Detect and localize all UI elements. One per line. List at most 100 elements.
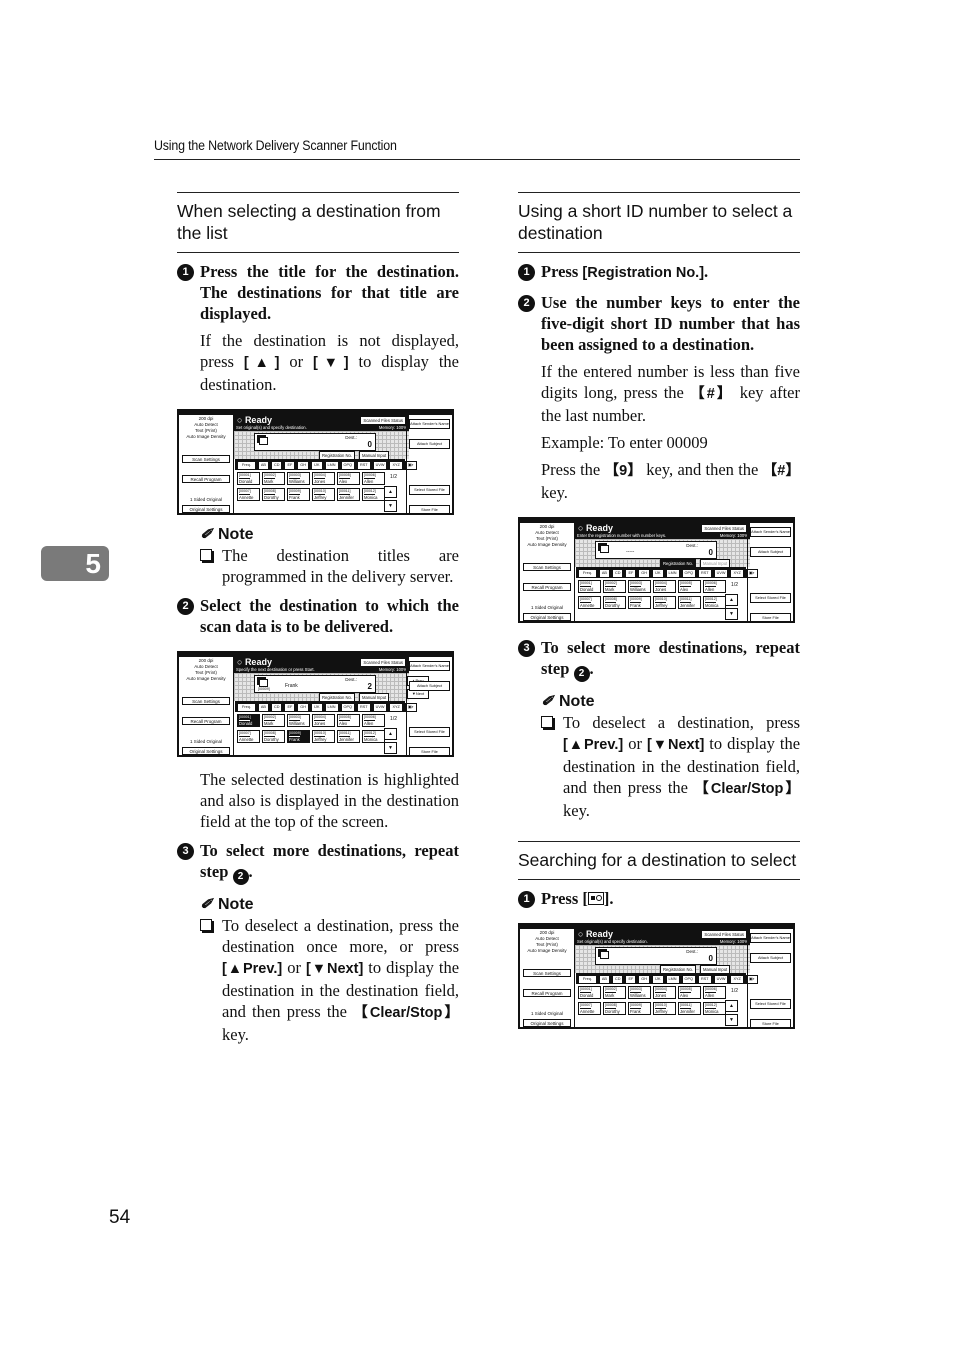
destination-key[interactable]: [00006] Allen bbox=[362, 472, 385, 485]
destination-key[interactable]: [00009] Frank bbox=[628, 596, 651, 609]
tab-cd[interactable]: CD bbox=[611, 569, 624, 578]
tab-opq[interactable]: OPQ bbox=[340, 703, 355, 712]
original-settings-button[interactable]: Original Settings bbox=[523, 1019, 571, 1027]
tab-uvw[interactable]: UVW bbox=[372, 703, 388, 712]
tab-xyz[interactable]: XYZ bbox=[389, 461, 403, 470]
tab-cd[interactable]: CD bbox=[270, 703, 283, 712]
select-stored-file-button[interactable]: Select Stored File bbox=[409, 485, 450, 495]
tab-uvw[interactable]: UVW bbox=[713, 975, 729, 984]
tab-ab[interactable]: AB bbox=[257, 461, 269, 470]
destination-key[interactable]: [00007] Annette bbox=[237, 730, 260, 743]
scroll-down-button[interactable]: ▼ bbox=[725, 1014, 738, 1026]
tab-freq[interactable]: Freq. bbox=[237, 703, 256, 712]
tab-uvw[interactable]: UVW bbox=[372, 461, 388, 470]
scroll-up-button[interactable]: ▲ bbox=[384, 486, 397, 498]
destination-key[interactable]: [00009] Frank bbox=[287, 488, 310, 501]
destination-key[interactable]: [00012] Monica bbox=[703, 596, 726, 609]
scanned-files-status-button[interactable]: Scanned Files Status bbox=[701, 524, 747, 533]
attach-subject-button[interactable]: Attach Subject bbox=[750, 547, 791, 557]
original-settings-button[interactable]: Original Settings bbox=[182, 747, 230, 755]
scroll-down-button[interactable]: ▼ bbox=[384, 742, 397, 754]
destination-key[interactable]: [00012] Monica bbox=[362, 488, 385, 501]
destination-field[interactable]: Dest.: 0 bbox=[595, 947, 717, 965]
tab-xyz[interactable]: XYZ bbox=[389, 703, 403, 712]
destination-key[interactable]: [00011] Jennifer bbox=[678, 1002, 701, 1015]
tab-gh[interactable]: GH bbox=[638, 569, 650, 578]
destination-key[interactable]: [00011] Jennifer bbox=[678, 596, 701, 609]
tab-xyz[interactable]: XYZ bbox=[730, 975, 744, 984]
destination-key[interactable]: [00010] Jeffrey bbox=[653, 1002, 676, 1015]
store-file-button[interactable]: Store File bbox=[409, 505, 450, 513]
attach-senders-name-button[interactable]: Attach Sender's Name bbox=[750, 933, 791, 943]
destination-key[interactable]: [00001] Donald bbox=[237, 472, 260, 485]
scanned-files-status-button[interactable]: Scanned Files Status bbox=[701, 930, 747, 939]
destination-key[interactable]: [00003] Williams bbox=[628, 986, 651, 999]
tab-cd[interactable]: CD bbox=[611, 975, 624, 984]
scanned-files-status-button[interactable]: Scanned Files Status bbox=[360, 416, 406, 425]
tab-lmn[interactable]: LMN bbox=[324, 703, 339, 712]
tab-freq[interactable]: Freq. bbox=[578, 569, 597, 578]
attach-subject-button[interactable]: Attach Subject bbox=[750, 953, 791, 963]
destination-key[interactable]: [00002] Mark bbox=[262, 714, 285, 727]
destination-key[interactable]: [00007] Annette bbox=[578, 596, 601, 609]
tab-uvw[interactable]: UVW bbox=[713, 569, 729, 578]
destination-key[interactable]: [00005] Alex bbox=[337, 714, 360, 727]
scan-settings-button[interactable]: Scan Settings bbox=[182, 697, 230, 705]
destination-key[interactable]: [00009] Frank bbox=[628, 1002, 651, 1015]
destination-key[interactable]: [00009] Frank bbox=[287, 730, 310, 743]
destination-key[interactable]: [00004] Jones bbox=[653, 986, 676, 999]
tab-ijk[interactable]: IJK bbox=[311, 461, 323, 470]
destination-field[interactable]: [00009] Frank Dest.: 2 bbox=[254, 675, 376, 693]
tab-gh[interactable]: GH bbox=[297, 703, 309, 712]
destination-key[interactable]: [00005] Alex bbox=[678, 986, 701, 999]
destination-key[interactable]: [00006] Allen bbox=[703, 986, 726, 999]
destination-key[interactable]: [00003] Williams bbox=[287, 472, 310, 485]
tab-rst[interactable]: RST bbox=[697, 569, 712, 578]
tab-freq[interactable]: Freq. bbox=[237, 461, 256, 470]
destination-key[interactable]: [00001] Donald bbox=[578, 986, 601, 999]
destination-key[interactable]: [00011] Jennifer bbox=[337, 730, 360, 743]
recall-program-button[interactable]: Recall Program bbox=[182, 717, 230, 725]
destination-key[interactable]: [00010] Jeffrey bbox=[653, 596, 676, 609]
tab-rst[interactable]: RST bbox=[356, 461, 371, 470]
tab-ijk[interactable]: IJK bbox=[652, 975, 664, 984]
scroll-up-button[interactable]: ▲ bbox=[725, 594, 738, 606]
scan-settings-button[interactable]: Scan Settings bbox=[523, 969, 571, 977]
original-settings-button[interactable]: Original Settings bbox=[182, 505, 230, 513]
select-stored-file-button[interactable]: Select Stored File bbox=[750, 999, 791, 1009]
tab-lmn[interactable]: LMN bbox=[324, 461, 339, 470]
destination-key[interactable]: [00005] Alex bbox=[678, 580, 701, 593]
destination-key[interactable]: [00006] Allen bbox=[362, 714, 385, 727]
store-file-button[interactable]: Store File bbox=[750, 613, 791, 621]
tab-gh[interactable]: GH bbox=[297, 461, 309, 470]
original-settings-button[interactable]: Original Settings bbox=[523, 613, 571, 621]
tab-ab[interactable]: AB bbox=[598, 975, 610, 984]
destination-key[interactable]: [00006] Allen bbox=[703, 580, 726, 593]
destination-key[interactable]: [00008] Dorothy bbox=[603, 596, 626, 609]
select-stored-file-button[interactable]: Select Stored File bbox=[409, 727, 450, 737]
scroll-up-button[interactable]: ▲ bbox=[725, 1000, 738, 1012]
destination-key[interactable]: [00004] Jones bbox=[312, 472, 335, 485]
destination-key[interactable]: [00003] Williams bbox=[628, 580, 651, 593]
tab-gh[interactable]: GH bbox=[638, 975, 650, 984]
destination-key[interactable]: [00008] Dorothy bbox=[262, 488, 285, 501]
destination-key[interactable]: [00010] Jeffrey bbox=[312, 488, 335, 501]
scroll-up-button[interactable]: ▲ bbox=[384, 728, 397, 740]
tab-lmn[interactable]: LMN bbox=[665, 569, 680, 578]
attach-subject-button[interactable]: Attach Subject bbox=[409, 681, 450, 691]
scan-settings-button[interactable]: Scan Settings bbox=[523, 563, 571, 571]
tab-ef[interactable]: EF bbox=[284, 703, 296, 712]
destination-key[interactable]: [00011] Jennifer bbox=[337, 488, 360, 501]
tab-freq[interactable]: Freq. bbox=[578, 975, 597, 984]
destination-key[interactable]: [00004] Jones bbox=[312, 714, 335, 727]
destination-key[interactable]: [00008] Dorothy bbox=[262, 730, 285, 743]
tab-opq[interactable]: OPQ bbox=[340, 461, 355, 470]
tab-ab[interactable]: AB bbox=[257, 703, 269, 712]
destination-key[interactable]: [00007] Annette bbox=[578, 1002, 601, 1015]
scanned-files-status-button[interactable]: Scanned Files Status bbox=[360, 658, 406, 667]
select-stored-file-button[interactable]: Select Stored File bbox=[750, 593, 791, 603]
destination-key[interactable]: [00002] Mark bbox=[262, 472, 285, 485]
tab-ef[interactable]: EF bbox=[284, 461, 296, 470]
tab-ab[interactable]: AB bbox=[598, 569, 610, 578]
tab-ijk[interactable]: IJK bbox=[311, 703, 323, 712]
